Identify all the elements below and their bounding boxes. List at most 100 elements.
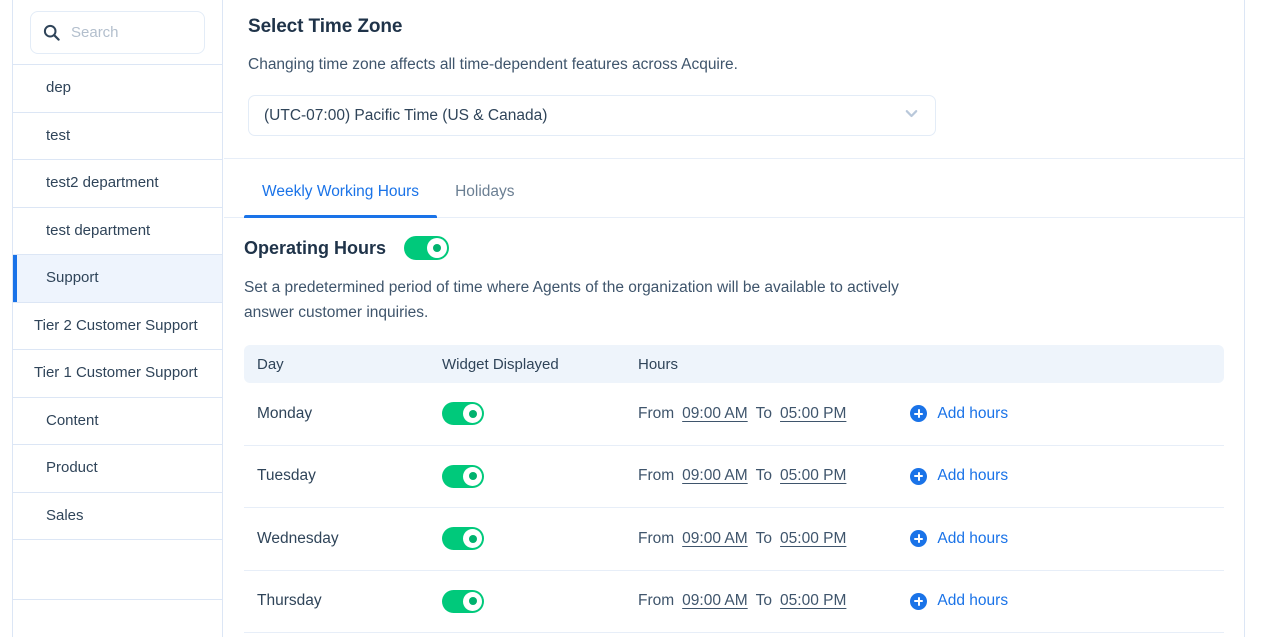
row-widget-displayed-cell — [442, 464, 638, 488]
operating-hours-description: Set a predetermined period of time where… — [244, 279, 899, 322]
operating-hours-toggle[interactable] — [404, 236, 450, 260]
add-hours-button[interactable]: Add hours — [910, 530, 1008, 548]
sidebar-item-label: Sales — [46, 506, 84, 524]
row-day-label: Thursday — [257, 592, 322, 610]
to-time-link[interactable]: 05:00 PM — [780, 405, 846, 423]
sidebar-item-label: test — [46, 126, 71, 144]
from-time-link[interactable]: 09:00 AM — [682, 592, 748, 610]
sidebar-item-label: Tier 2 Customer Support — [34, 316, 198, 334]
plus-circle-icon — [910, 405, 928, 423]
page-title: Select Time Zone — [248, 16, 403, 37]
toggle-knob — [463, 466, 482, 486]
row-day-label: Tuesday — [257, 467, 316, 485]
sidebar-item-tier-1-customer-support[interactable]: Tier 1 Customer Support — [13, 350, 222, 398]
sidebar-item-product[interactable]: Product — [13, 445, 222, 493]
tab-label: Holidays — [455, 183, 515, 200]
from-time-link[interactable]: 09:00 AM — [682, 405, 748, 423]
main-content: Select Time Zone Changing time zone affe… — [224, 0, 1245, 637]
column-header-hours: Hours — [638, 355, 679, 373]
timezone-section: Select Time Zone Changing time zone affe… — [224, 0, 1244, 159]
departments-sidebar: dep test test2 department test departmen… — [12, 0, 223, 637]
toggle-knob — [463, 404, 482, 424]
settings-tabs: Weekly Working Hours Holidays — [224, 159, 1244, 218]
toggle-knob — [463, 591, 482, 611]
sidebar-item-label: Product — [46, 459, 98, 477]
add-hours-button[interactable]: Add hours — [910, 467, 1008, 485]
sidebar-empty-row — [13, 540, 222, 600]
table-row: Monday From 09:00 AM To 05:00 PM Add hou… — [244, 383, 1224, 446]
add-hours-button[interactable]: Add hours — [910, 405, 1008, 423]
sidebar-item-support[interactable]: Support — [13, 255, 222, 303]
sidebar-item-label: Tier 1 Customer Support — [34, 364, 198, 382]
row-hours-cell: From 09:00 AM To 05:00 PM Add hours — [638, 592, 1224, 610]
sidebar-item-dep[interactable]: dep — [13, 65, 222, 113]
search-input[interactable] — [71, 23, 191, 41]
table-header-row: Day Widget Displayed Hours — [244, 345, 1224, 384]
from-label: From — [638, 592, 675, 610]
sidebar-item-tier-2-customer-support[interactable]: Tier 2 Customer Support — [13, 303, 222, 350]
plus-circle-icon — [910, 530, 928, 548]
add-hours-label: Add hours — [937, 404, 1009, 422]
table-row: Thursday From 09:00 AM To 05:00 PM Add h… — [244, 571, 1224, 634]
column-header-day: Day — [257, 355, 284, 373]
working-hours-table: Day Widget Displayed Hours Monday From 0… — [244, 345, 1224, 634]
plus-circle-icon — [910, 592, 928, 610]
to-label: To — [755, 467, 773, 485]
from-label: From — [638, 404, 675, 422]
sidebar-item-test2-department[interactable]: test2 department — [13, 160, 222, 208]
operating-hours-header: Operating Hours — [244, 236, 1220, 260]
row-day-label: Monday — [257, 404, 313, 422]
to-time-link[interactable]: 05:00 PM — [780, 592, 846, 610]
row-day-label: Wednesday — [257, 529, 339, 547]
sidebar-search-area — [13, 0, 222, 65]
sidebar-item-label: Content — [46, 411, 99, 429]
to-time-link[interactable]: 05:00 PM — [780, 467, 846, 485]
timezone-description: Changing time zone affects all time-depe… — [248, 56, 738, 73]
widget-displayed-toggle[interactable] — [442, 589, 484, 613]
add-hours-label: Add hours — [937, 592, 1009, 610]
sidebar-item-label: dep — [46, 79, 72, 97]
add-hours-label: Add hours — [937, 467, 1009, 485]
from-label: From — [638, 529, 675, 547]
from-label: From — [638, 467, 675, 485]
tab-holidays[interactable]: Holidays — [437, 183, 532, 217]
row-widget-displayed-cell — [442, 402, 638, 426]
search-box[interactable] — [30, 10, 205, 54]
to-label: To — [755, 592, 773, 610]
sidebar-item-label: Support — [46, 269, 99, 287]
from-time-link[interactable]: 09:00 AM — [682, 467, 748, 485]
sidebar-item-label: test2 department — [46, 174, 159, 192]
timezone-selected-value: (UTC-07:00) Pacific Time (US & Canada) — [264, 106, 548, 124]
to-time-link[interactable]: 05:00 PM — [780, 530, 846, 548]
tab-weekly-working-hours[interactable]: Weekly Working Hours — [244, 183, 438, 218]
from-time-link[interactable]: 09:00 AM — [682, 530, 748, 548]
table-row: Tuesday From 09:00 AM To 05:00 PM Add ho… — [244, 446, 1224, 509]
widget-displayed-toggle[interactable] — [442, 402, 484, 426]
add-hours-button[interactable]: Add hours — [910, 592, 1008, 610]
add-hours-label: Add hours — [937, 529, 1009, 547]
sidebar-item-sales[interactable]: Sales — [13, 493, 222, 540]
widget-displayed-toggle[interactable] — [442, 464, 484, 488]
row-hours-cell: From 09:00 AM To 05:00 PM Add hours — [638, 467, 1224, 485]
to-label: To — [755, 404, 773, 422]
operating-hours-settings-page: dep test test2 department test departmen… — [0, 0, 1265, 637]
operating-hours-title: Operating Hours — [244, 237, 387, 258]
sidebar-item-test-department[interactable]: test department — [13, 208, 222, 255]
toggle-knob — [463, 529, 482, 549]
plus-circle-icon — [910, 467, 928, 485]
column-header-widget-displayed: Widget Displayed — [442, 355, 559, 373]
row-hours-cell: From 09:00 AM To 05:00 PM Add hours — [638, 405, 1224, 423]
tab-label: Weekly Working Hours — [262, 183, 420, 200]
sidebar-item-content[interactable]: Content — [13, 398, 222, 445]
operating-hours-section: Operating Hours Set a predetermined peri… — [224, 218, 1244, 325]
to-label: To — [755, 529, 773, 547]
sidebar-item-label: test department — [46, 221, 151, 239]
timezone-select[interactable]: (UTC-07:00) Pacific Time (US & Canada) — [248, 95, 936, 136]
table-row: Wednesday From 09:00 AM To 05:00 PM Add … — [244, 508, 1224, 571]
sidebar-item-test[interactable]: test — [13, 113, 222, 160]
row-widget-displayed-cell — [442, 527, 638, 551]
search-icon — [43, 24, 60, 41]
widget-displayed-toggle[interactable] — [442, 527, 484, 551]
row-widget-displayed-cell — [442, 589, 638, 613]
chevron-down-icon — [902, 104, 921, 128]
